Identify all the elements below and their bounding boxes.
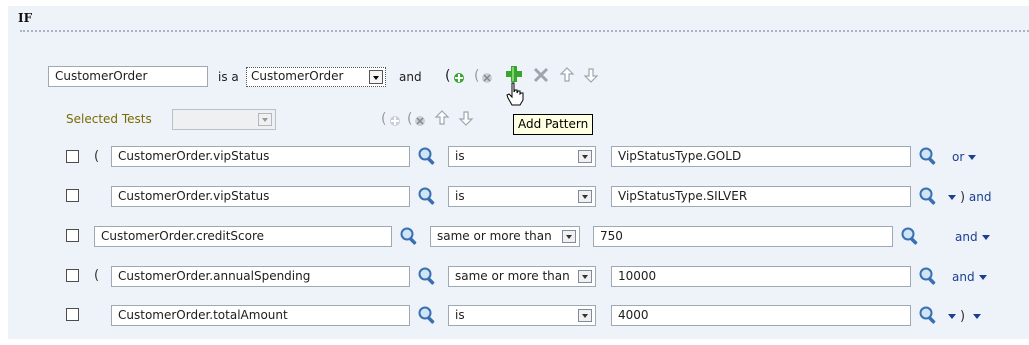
chevron-down-icon[interactable] bbox=[258, 113, 272, 126]
search-icon[interactable] bbox=[417, 305, 437, 325]
svg-text:(: ( bbox=[445, 68, 450, 84]
conjunction-menu[interactable]: or bbox=[952, 150, 977, 164]
hand-cursor-icon bbox=[506, 82, 524, 106]
svg-text:(: ( bbox=[474, 68, 479, 84]
test-select-checkbox[interactable] bbox=[66, 189, 79, 202]
chevron-down-icon[interactable] bbox=[369, 70, 383, 84]
test-operator-value: same or more than bbox=[455, 269, 570, 283]
add-pattern-icon[interactable] bbox=[504, 64, 524, 84]
add-pattern-tooltip: Add Pattern bbox=[513, 114, 594, 135]
close-paren: ) bbox=[960, 190, 966, 205]
search-icon[interactable] bbox=[918, 266, 938, 286]
pattern-variable-input[interactable]: CustomerOrder bbox=[48, 66, 208, 87]
test-select-checkbox[interactable] bbox=[66, 269, 79, 282]
search-icon[interactable] bbox=[918, 186, 938, 206]
close-paren: ) bbox=[960, 309, 966, 324]
svg-text:(: ( bbox=[407, 111, 412, 127]
chevron-down-icon bbox=[968, 155, 977, 160]
test-operator-value: is bbox=[455, 308, 465, 322]
move-down-icon[interactable] bbox=[583, 66, 599, 84]
test-operator-select[interactable]: is bbox=[448, 305, 596, 326]
chevron-down-icon bbox=[981, 235, 990, 240]
chevron-down-icon bbox=[978, 275, 987, 280]
test-operator-select[interactable]: same or more than bbox=[448, 266, 596, 287]
chevron-down-icon[interactable] bbox=[562, 230, 576, 243]
svg-text:(: ( bbox=[381, 111, 386, 127]
test-left-input[interactable]: CustomerOrder.annualSpending bbox=[111, 266, 410, 287]
add-parens-icon[interactable]: ( bbox=[381, 109, 403, 129]
chevron-down-icon[interactable] bbox=[578, 309, 592, 322]
delete-icon[interactable] bbox=[532, 66, 550, 84]
conjunction-label: and bbox=[952, 270, 975, 284]
test-select-checkbox[interactable] bbox=[66, 229, 79, 242]
conjunction-label: or bbox=[952, 150, 965, 164]
if-heading: IF bbox=[18, 11, 33, 25]
test-operator-value: is bbox=[455, 189, 465, 203]
test-right-input[interactable]: 10000 bbox=[611, 266, 911, 287]
selected-tests-label: Selected Tests bbox=[66, 112, 152, 126]
test-select-checkbox[interactable] bbox=[66, 308, 79, 321]
search-icon[interactable] bbox=[918, 146, 938, 166]
test-select-checkbox[interactable] bbox=[66, 150, 79, 163]
conjunction-menu[interactable]: ) bbox=[948, 309, 981, 324]
conjunction-label: and bbox=[968, 190, 992, 204]
pattern-type-select[interactable]: CustomerOrder bbox=[246, 67, 386, 87]
search-icon[interactable] bbox=[399, 226, 419, 246]
test-operator-value: same or more than bbox=[437, 229, 552, 243]
search-icon[interactable] bbox=[417, 186, 437, 206]
test-right-input[interactable]: 4000 bbox=[611, 305, 911, 326]
move-up-icon[interactable] bbox=[434, 109, 450, 127]
test-right-input[interactable]: 750 bbox=[593, 226, 893, 247]
test-operator-value: is bbox=[455, 149, 465, 163]
open-paren: ( bbox=[94, 149, 100, 164]
chevron-down-icon[interactable] bbox=[578, 270, 592, 283]
test-right-input[interactable]: VipStatusType.SILVER bbox=[611, 186, 911, 207]
remove-parens-icon[interactable]: ( bbox=[407, 109, 429, 129]
conjunction-menu[interactable]: ) and bbox=[948, 190, 991, 205]
conjunction-label: and bbox=[955, 230, 978, 244]
chevron-down-icon bbox=[972, 314, 981, 319]
test-left-input[interactable]: CustomerOrder.vipStatus bbox=[111, 146, 410, 167]
conjunction-menu[interactable]: and bbox=[955, 230, 990, 244]
add-parens-icon[interactable]: ( bbox=[445, 66, 467, 86]
test-left-input[interactable]: CustomerOrder.vipStatus bbox=[111, 186, 410, 207]
search-icon[interactable] bbox=[417, 266, 437, 286]
is-a-label: is a bbox=[218, 70, 239, 84]
if-panel bbox=[8, 6, 1029, 339]
remove-parens-icon[interactable]: ( bbox=[474, 66, 496, 86]
test-operator-select[interactable]: is bbox=[448, 186, 596, 207]
test-operator-select[interactable]: is bbox=[448, 146, 596, 167]
search-icon[interactable] bbox=[417, 146, 437, 166]
move-up-icon[interactable] bbox=[559, 66, 575, 84]
chevron-down-icon[interactable] bbox=[578, 190, 592, 203]
and-label: and bbox=[399, 70, 422, 84]
open-paren: ( bbox=[94, 268, 100, 283]
search-icon[interactable] bbox=[918, 305, 938, 325]
move-down-icon[interactable] bbox=[458, 109, 474, 127]
test-operator-select[interactable]: same or more than bbox=[430, 226, 580, 247]
test-right-input[interactable]: VipStatusType.GOLD bbox=[611, 146, 911, 167]
conjunction-menu[interactable]: and bbox=[952, 270, 987, 284]
chevron-down-icon bbox=[948, 314, 956, 319]
divider bbox=[20, 30, 1029, 32]
selected-tests-select[interactable] bbox=[172, 109, 276, 130]
search-icon[interactable] bbox=[900, 226, 920, 246]
pattern-type-value: CustomerOrder bbox=[251, 69, 344, 83]
chevron-down-icon bbox=[948, 195, 956, 200]
test-left-input[interactable]: CustomerOrder.creditScore bbox=[94, 226, 392, 247]
test-left-input[interactable]: CustomerOrder.totalAmount bbox=[111, 305, 410, 326]
chevron-down-icon[interactable] bbox=[578, 150, 592, 163]
